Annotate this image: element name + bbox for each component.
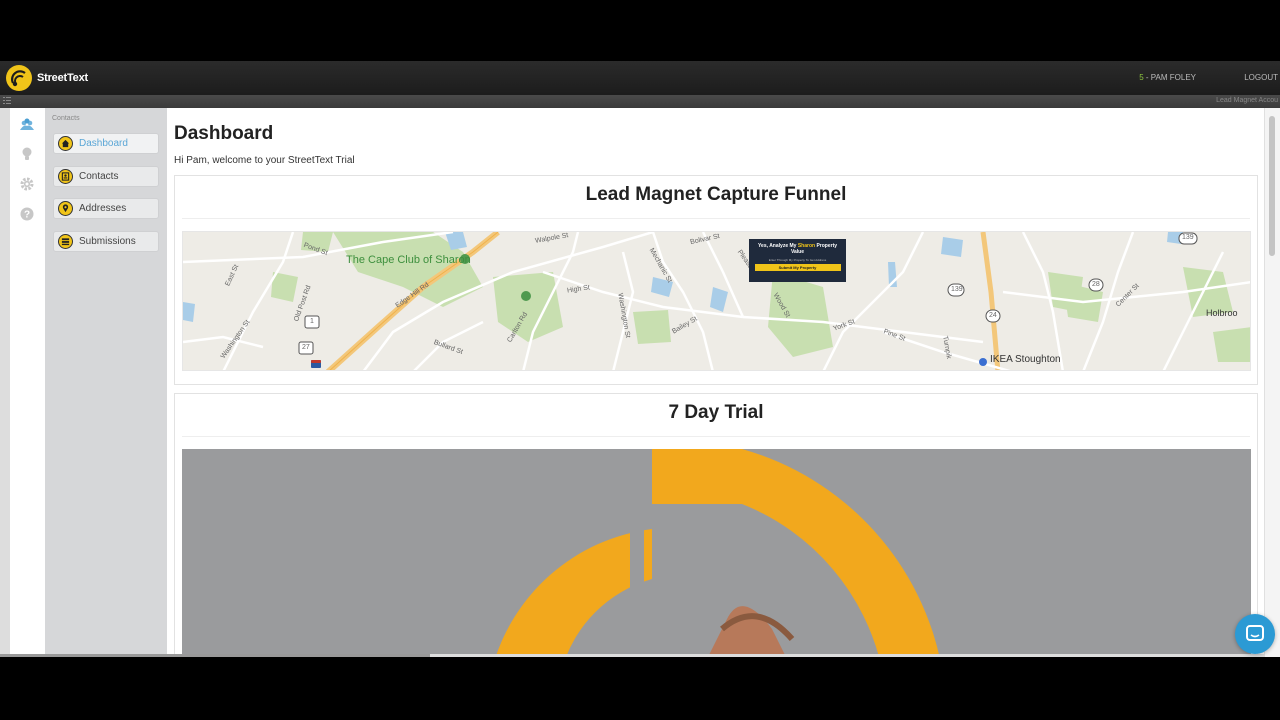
brand[interactable]: StreetText	[4, 63, 88, 93]
main-content: Dashboard Hi Pam, welcome to your Street…	[167, 108, 1265, 657]
sidebar-item-label: Contacts	[79, 171, 119, 182]
hero-artwork	[182, 449, 1251, 657]
sidebar-item-label: Submissions	[79, 236, 136, 247]
top-bar: StreetText 5 - PAM FOLEY LOGOUT	[0, 61, 1280, 95]
list-menu-icon[interactable]	[3, 96, 11, 104]
sidebar-item-addresses[interactable]: Addresses	[53, 198, 159, 219]
panel-divider	[182, 218, 1250, 219]
popup-title: Yes, Analyze My Sharon Property Value	[757, 243, 838, 255]
welcome-message: Hi Pam, welcome to your StreetText Trial	[174, 155, 355, 166]
route-shield-label: 24	[989, 312, 997, 319]
logout-link[interactable]: LOGOUT	[1244, 73, 1278, 82]
sidebar-item-submissions[interactable]: Submissions	[53, 231, 159, 252]
funnel-panel: Lead Magnet Capture Funnel The Cape Club…	[174, 175, 1258, 385]
letterbox-bottom	[0, 657, 1280, 720]
user-name: PAM FOLEY	[1150, 73, 1196, 82]
gear-icon[interactable]	[18, 175, 36, 193]
route-shield-label: 27	[302, 344, 310, 351]
route-shield-label: 1	[310, 318, 314, 325]
chat-icon	[1246, 625, 1264, 641]
lightbulb-icon[interactable]	[18, 145, 36, 163]
account-name[interactable]: Lead Magnet Accou	[1216, 97, 1278, 104]
app-frame: ? Contacts Dashboard Contacts Addresses …	[0, 108, 1280, 657]
route-shield-label: 139	[1182, 234, 1194, 241]
map-graphic	[183, 232, 1250, 370]
home-icon	[58, 136, 73, 151]
submissions-icon	[58, 234, 73, 249]
user-menu[interactable]: 5 - PAM FOLEY	[1139, 73, 1196, 82]
letterbox-top	[0, 0, 1280, 61]
lead-magnet-map[interactable]: The Cape Club of Sharon IKEA Stoughton W…	[182, 231, 1251, 371]
map-pin-icon	[58, 201, 73, 216]
map-label-park: The Cape Club of Sharon	[346, 254, 471, 266]
route-shield-label: 139	[951, 286, 963, 293]
page-title: Dashboard	[174, 123, 274, 144]
popup-hint: Enter Through My Property To Get Address	[768, 258, 827, 262]
sidebar-item-contacts[interactable]: Contacts	[53, 166, 159, 187]
users-icon[interactable]	[18, 116, 36, 134]
sidebar-item-label: Dashboard	[79, 138, 128, 149]
trial-panel-title: 7 Day Trial	[668, 402, 764, 423]
left-edge	[0, 108, 10, 657]
brand-name: StreetText	[37, 72, 88, 84]
contacts-icon	[58, 169, 73, 184]
streettext-logo-icon	[6, 65, 32, 91]
map-label-town: Holbroo	[1206, 308, 1238, 318]
funnel-panel-title: Lead Magnet Capture Funnel	[585, 184, 847, 205]
sidebar-nav: Contacts Dashboard Contacts Addresses Su…	[45, 108, 167, 657]
sidebar-item-label: Addresses	[79, 203, 127, 214]
help-icon[interactable]: ?	[18, 205, 36, 223]
vertical-scrollbar[interactable]	[1264, 108, 1280, 657]
svg-text:?: ?	[24, 210, 30, 221]
sidebar-heading: Contacts	[52, 115, 80, 122]
submit-property-button[interactable]: Submit My Property	[754, 264, 841, 271]
icon-rail: ?	[10, 108, 46, 657]
sidebar-item-dashboard[interactable]: Dashboard	[53, 133, 159, 154]
lead-capture-popup[interactable]: Yes, Analyze My Sharon Property Value En…	[749, 239, 846, 282]
panel-divider	[182, 436, 1250, 437]
trial-hero-image	[182, 449, 1251, 657]
trial-panel: 7 Day Trial	[174, 393, 1258, 657]
map-label-ikea: IKEA Stoughton	[990, 354, 1061, 365]
scrollbar-thumb[interactable]	[1269, 116, 1275, 256]
sub-bar: Lead Magnet Accou	[0, 95, 1280, 108]
chat-button[interactable]	[1235, 614, 1275, 654]
user-separator: -	[1143, 73, 1151, 82]
route-shield-label: 28	[1092, 281, 1100, 288]
